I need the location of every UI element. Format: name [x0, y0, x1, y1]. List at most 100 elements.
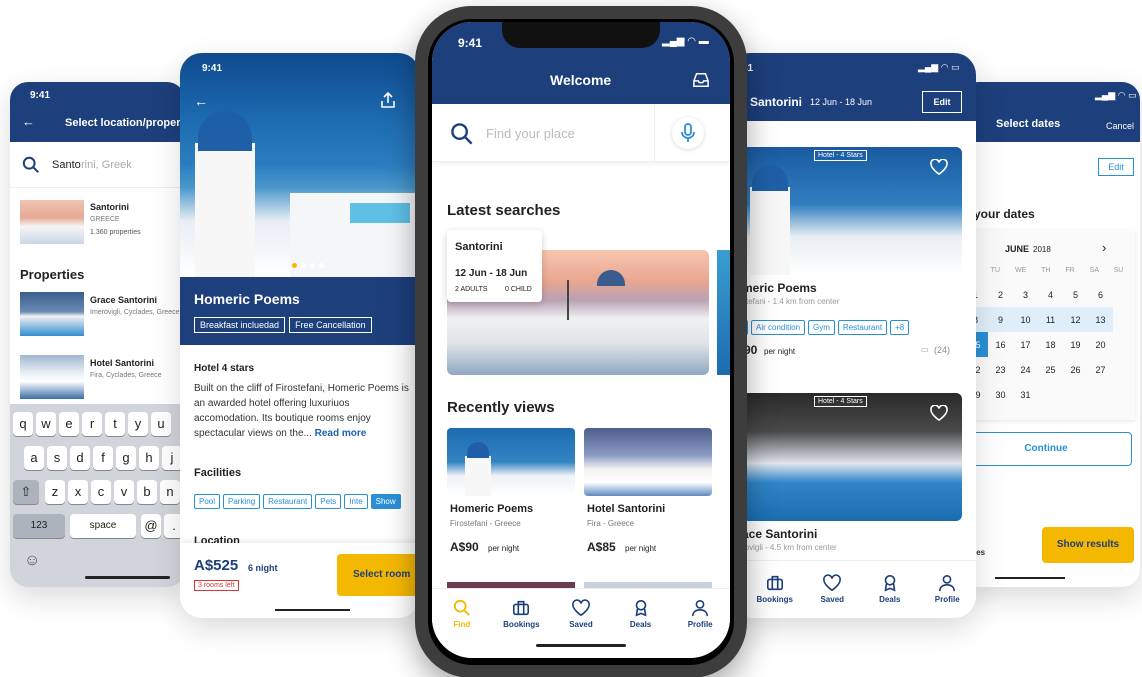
back-arrow-icon[interactable]: ← — [194, 93, 208, 109]
day[interactable]: 17 — [1013, 332, 1038, 357]
property-item[interactable]: Hotel Santorini Fira, Cyclades, Greece — [10, 350, 185, 405]
cancel-button[interactable]: Cancel — [1106, 121, 1134, 131]
key[interactable]: j — [162, 446, 182, 470]
key[interactable]: e — [59, 412, 79, 436]
search-bar[interactable]: Find your place — [432, 104, 730, 162]
day[interactable]: 12 — [1063, 307, 1088, 332]
numbers-key[interactable]: 123 — [13, 514, 65, 538]
tab-deals[interactable]: Deals — [867, 561, 913, 616]
key[interactable]: b — [137, 480, 157, 504]
key[interactable]: d — [70, 446, 90, 470]
edit-button[interactable]: Edit — [922, 91, 962, 113]
location-search[interactable]: Santo rini, Greek — [10, 142, 185, 188]
card-tag: Air condition — [751, 320, 806, 335]
day[interactable]: 23 — [988, 357, 1013, 382]
tab-find[interactable]: Find — [432, 589, 492, 638]
space-key[interactable]: space — [70, 514, 136, 538]
day[interactable]: 11 — [1038, 307, 1063, 332]
mic-button[interactable] — [672, 117, 704, 149]
recently-views-heading: Recently views — [447, 399, 555, 416]
day[interactable]: 18 — [1038, 332, 1063, 357]
day[interactable]: 13 — [1088, 307, 1113, 332]
heart-icon[interactable] — [930, 405, 948, 421]
weekday-row: M TU WE TH FR SA SU — [970, 267, 1124, 274]
latest-search-card[interactable]: Santorini 12 Jun - 18 Jun 2 ADULTS 0 CHI… — [447, 230, 542, 302]
show-results-button[interactable]: Show results — [1042, 527, 1134, 563]
day[interactable]: 27 — [1088, 357, 1113, 382]
at-key[interactable]: @ — [141, 514, 161, 538]
location-result[interactable]: Santorini GREECE 1.360 properties — [10, 192, 185, 252]
key[interactable]: z — [45, 480, 65, 504]
day[interactable]: 2 — [988, 282, 1013, 307]
key[interactable]: a — [24, 446, 44, 470]
card-price-unit: per night — [764, 347, 796, 356]
key[interactable]: q — [13, 412, 33, 436]
emoji-icon[interactable]: ☺ — [24, 552, 40, 570]
read-more-link[interactable]: Read more — [315, 428, 367, 439]
continue-button[interactable]: Continue — [960, 432, 1132, 466]
recent-name: Homeric Poems — [450, 503, 534, 515]
key[interactable]: n — [160, 480, 180, 504]
show-more-tag[interactable]: Show — [370, 494, 401, 509]
hotel-card-image[interactable]: Hotel - 4 Stars — [742, 147, 962, 275]
day[interactable]: 6 — [1088, 282, 1113, 307]
day[interactable]: 30 — [988, 382, 1013, 407]
key[interactable]: t — [105, 412, 125, 436]
next-search-peek[interactable] — [717, 250, 730, 375]
key[interactable]: v — [114, 480, 134, 504]
select-room-button[interactable]: Select room — [337, 554, 420, 596]
card-distance: stefani - 1.4 km from center — [742, 297, 840, 306]
tab-profile[interactable]: Profile — [924, 561, 970, 616]
location-title: Select location/proper — [65, 117, 181, 129]
key[interactable]: h — [139, 446, 159, 470]
heart-icon — [823, 573, 842, 591]
tab-deals[interactable]: Deals — [611, 589, 671, 638]
tab-bookings[interactable]: Bookings — [492, 589, 552, 638]
back-arrow-icon[interactable]: ← — [22, 114, 35, 129]
heart-icon[interactable] — [930, 159, 948, 175]
recent-price: A$85 — [587, 540, 616, 554]
tab-bookings[interactable]: Bookings — [752, 561, 798, 616]
key[interactable]: g — [116, 446, 136, 470]
hotel-stars: Hotel 4 stars — [194, 363, 255, 374]
search-icon — [22, 156, 39, 173]
edit-button[interactable]: Edit — [1098, 158, 1134, 176]
key[interactable]: r — [82, 412, 102, 436]
key[interactable]: y — [128, 412, 148, 436]
shift-icon[interactable]: ⇧ — [13, 480, 39, 504]
day[interactable]: 20 — [1088, 332, 1113, 357]
day[interactable]: 10 — [1013, 307, 1038, 332]
day[interactable]: 25 — [1038, 357, 1063, 382]
key[interactable]: x — [68, 480, 88, 504]
key[interactable]: w — [36, 412, 56, 436]
share-icon[interactable] — [380, 91, 396, 109]
hotel-card-image[interactable]: Hotel - 4 Stars — [742, 393, 962, 521]
location-header: 9:41 ← Select location/proper — [10, 82, 185, 142]
next-month-icon[interactable]: › — [1102, 240, 1106, 255]
property-place: Fira, Cyclades, Greece — [90, 372, 162, 379]
search-input[interactable]: Find your place — [486, 126, 575, 141]
inbox-icon[interactable] — [692, 72, 710, 88]
key[interactable]: u — [151, 412, 171, 436]
day[interactable]: 3 — [1013, 282, 1038, 307]
day[interactable]: 16 — [988, 332, 1013, 357]
key[interactable]: c — [91, 480, 111, 504]
tab-saved[interactable]: Saved — [809, 561, 855, 616]
day[interactable]: 24 — [1013, 357, 1038, 382]
tab-profile[interactable]: Profile — [670, 589, 730, 638]
recent-card-image[interactable] — [447, 428, 575, 496]
day[interactable]: 19 — [1063, 332, 1088, 357]
key[interactable]: s — [47, 446, 67, 470]
day[interactable]: 5 — [1063, 282, 1088, 307]
property-item[interactable]: Grace Santorini Imerovigli, Cyclades, Gr… — [10, 287, 185, 342]
tab-saved[interactable]: Saved — [551, 589, 611, 638]
hotel-badges: Breakfast incluedad Free Cancellation — [194, 315, 376, 333]
key[interactable]: f — [93, 446, 113, 470]
day[interactable]: 4 — [1038, 282, 1063, 307]
day[interactable]: 26 — [1063, 357, 1088, 382]
briefcase-icon — [513, 600, 530, 615]
day[interactable]: 9 — [988, 307, 1013, 332]
day[interactable]: 31 — [1013, 382, 1038, 407]
dates-header: ▂▄▆ ◠ ▭ Select dates Cancel — [960, 82, 1140, 142]
recent-card-image[interactable] — [584, 428, 712, 496]
